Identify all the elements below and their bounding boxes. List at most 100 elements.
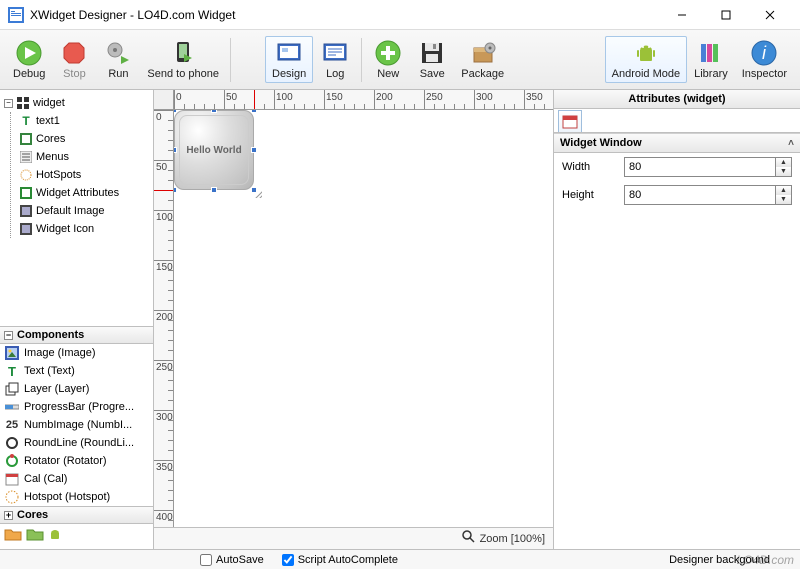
attributes-tab-widget[interactable]	[558, 110, 582, 132]
attributes-icon	[19, 186, 33, 200]
hotspot-icon	[19, 168, 33, 182]
zoom-icon[interactable]	[462, 530, 476, 547]
calendar-icon	[4, 471, 20, 487]
window-title: XWidget Designer - LO4D.com Widget	[30, 8, 660, 22]
tree-node-menus[interactable]: Menus	[19, 148, 149, 166]
run-button[interactable]: Run	[96, 36, 140, 83]
ruler-vertical: 050100150200250300350400	[154, 110, 174, 527]
log-button[interactable]: Log	[313, 36, 357, 83]
component-numbimage[interactable]: 25NumbImage (NumbI...	[0, 416, 153, 434]
ruler-corner	[154, 90, 174, 110]
rotator-icon	[4, 453, 20, 469]
info-icon: i	[750, 39, 778, 67]
save-disk-icon	[418, 39, 446, 67]
canvas-area: 050100150200250300350400 050100150200250…	[154, 90, 554, 549]
maximize-button[interactable]	[704, 1, 748, 29]
height-spinner[interactable]: ▲▼	[776, 185, 792, 205]
tree-node-widget-attributes[interactable]: Widget Attributes	[19, 184, 149, 202]
tree-node-widget[interactable]: −widget	[4, 94, 149, 112]
debug-button[interactable]: Debug	[6, 36, 52, 83]
design-button[interactable]: Design	[265, 36, 313, 83]
text-icon: T	[4, 363, 20, 379]
image-icon	[4, 345, 20, 361]
save-button[interactable]: Save	[410, 36, 454, 83]
folder-orange-icon[interactable]	[4, 527, 22, 546]
section-widget-window[interactable]: Widget Window ˄	[554, 133, 800, 153]
zoom-label[interactable]: Zoom [100%]	[480, 533, 545, 545]
autosave-checkbox[interactable]: AutoSave	[200, 554, 264, 566]
library-button[interactable]: Library	[687, 36, 735, 83]
image-small-icon	[19, 222, 33, 236]
width-input[interactable]	[624, 157, 776, 177]
canvas[interactable]: Hello World	[174, 110, 553, 527]
zoom-bar: Zoom [100%]	[154, 527, 553, 549]
books-icon	[697, 39, 725, 67]
toolbar: Debug Stop Run Send to phone Design Log …	[0, 30, 800, 90]
stop-red-icon	[60, 39, 88, 67]
hotspot-comp-icon	[4, 489, 20, 505]
left-panel: −widget Ttext1 Cores Menus HotSpots Widg…	[0, 90, 154, 549]
play-green-icon	[15, 39, 43, 67]
send-to-phone-button[interactable]: Send to phone	[140, 36, 226, 83]
prop-width: Width ▲▼	[554, 153, 800, 181]
folder-green-icon[interactable]	[26, 527, 44, 546]
main-area: −widget Ttext1 Cores Menus HotSpots Widg…	[0, 90, 800, 549]
menu-icon	[19, 150, 33, 164]
components-list: Image (Image) TText (Text) Layer (Layer)…	[0, 344, 153, 506]
android-small-icon[interactable]	[48, 527, 62, 546]
component-progressbar[interactable]: ProgressBar (Progre...	[0, 398, 153, 416]
preview-text: Hello World	[186, 145, 241, 156]
text-t-icon: T	[19, 114, 33, 128]
tree-node-cores[interactable]: Cores	[19, 130, 149, 148]
new-button[interactable]: New	[366, 36, 410, 83]
package-button[interactable]: Package	[454, 36, 511, 83]
prop-height: Height ▲▼	[554, 181, 800, 209]
widget-icon	[16, 96, 30, 110]
toolbar-separator	[230, 38, 231, 82]
height-input[interactable]	[624, 185, 776, 205]
minimize-button[interactable]	[660, 1, 704, 29]
image-small-icon	[19, 204, 33, 218]
component-image[interactable]: Image (Image)	[0, 344, 153, 362]
tree-node-widget-icon[interactable]: Widget Icon	[19, 220, 149, 238]
package-icon	[469, 39, 497, 67]
number-icon: 25	[4, 417, 20, 433]
tree-node-hotspots[interactable]: HotSpots	[19, 166, 149, 184]
height-label: Height	[562, 189, 616, 201]
progress-icon	[4, 399, 20, 415]
component-roundline[interactable]: RoundLine (RoundLi...	[0, 434, 153, 452]
run-gear-icon	[104, 39, 132, 67]
chevron-up-icon: ˄	[788, 138, 794, 149]
component-cal[interactable]: Cal (Cal)	[0, 470, 153, 488]
components-header[interactable]: −Components	[0, 326, 153, 344]
component-text[interactable]: TText (Text)	[0, 362, 153, 380]
android-mode-button[interactable]: Android Mode	[605, 36, 688, 83]
attributes-panel: Attributes (widget) Widget Window ˄ Widt…	[554, 90, 800, 549]
designer-background-link[interactable]: Designer backgound	[669, 554, 770, 566]
widget-tree: −widget Ttext1 Cores Menus HotSpots Widg…	[0, 90, 153, 310]
close-button[interactable]	[748, 1, 792, 29]
design-icon	[275, 39, 303, 67]
cores-header[interactable]: +Cores	[0, 506, 153, 524]
resize-grip-icon[interactable]	[252, 188, 262, 198]
status-bar: AutoSave Script AutoComplete Designer ba…	[0, 549, 800, 569]
cores-icon	[19, 132, 33, 146]
inspector-button[interactable]: i Inspector	[735, 36, 794, 83]
component-rotator[interactable]: Rotator (Rotator)	[0, 452, 153, 470]
autocomplete-checkbox[interactable]: Script AutoComplete	[282, 554, 398, 566]
tree-node-text1[interactable]: Ttext1	[19, 112, 149, 130]
toolbar-separator	[361, 38, 362, 82]
plus-green-icon	[374, 39, 402, 67]
attributes-tabs	[554, 109, 800, 133]
log-icon	[321, 39, 349, 67]
phone-send-icon	[169, 39, 197, 67]
tree-node-default-image[interactable]: Default Image	[19, 202, 149, 220]
width-spinner[interactable]: ▲▼	[776, 157, 792, 177]
component-hotspot[interactable]: Hotspot (Hotspot)	[0, 488, 153, 506]
stop-button[interactable]: Stop	[52, 36, 96, 83]
component-layer[interactable]: Layer (Layer)	[0, 380, 153, 398]
widget-preview[interactable]: Hello World	[174, 110, 254, 190]
titlebar: XWidget Designer - LO4D.com Widget	[0, 0, 800, 30]
app-icon	[8, 7, 24, 23]
width-label: Width	[562, 161, 616, 173]
